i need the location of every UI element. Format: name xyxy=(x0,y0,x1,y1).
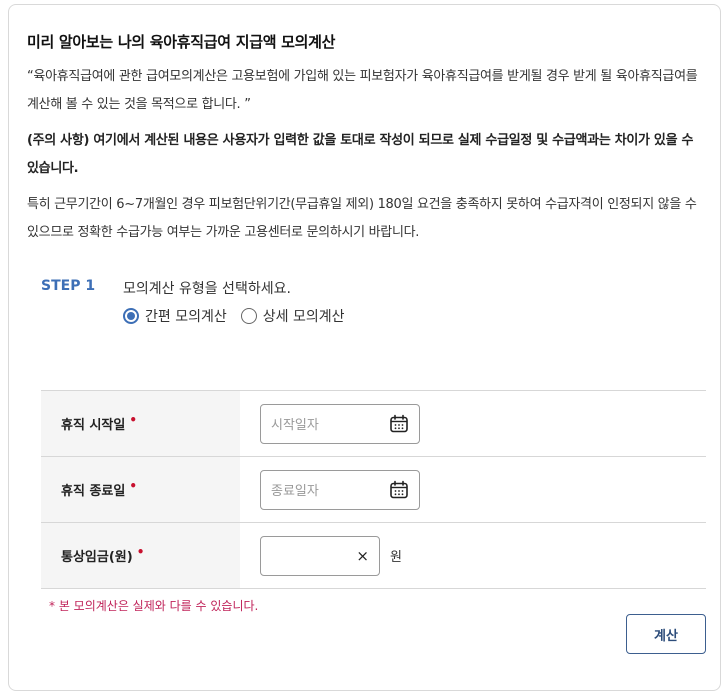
notice-text: 특히 근무기간이 6~7개월인 경우 피보험단위기간(무급휴일 제외) 180일… xyxy=(27,197,697,240)
wage-label-cell: 통상임금(원) • xyxy=(41,523,240,588)
end-date-field-cell: 종료일자 xyxy=(240,457,706,522)
start-date-input[interactable]: 시작일자 xyxy=(260,403,420,444)
required-mark: • xyxy=(129,412,137,427)
input-form: 휴직 시작일 • 시작일자 휴직 종료일 • 종료일자 통상임금(원) • × … xyxy=(41,390,706,589)
page-title: 미리 알아보는 나의 육아휴직급여 지급액 모의계산 xyxy=(27,33,336,51)
start-date-label: 휴직 시작일 xyxy=(61,418,126,433)
caution-text: (주의 사항) 여기에서 계산된 내용은 사용자가 입력한 값을 토대로 작성이… xyxy=(27,133,694,176)
start-date-placeholder: 시작일자 xyxy=(271,418,319,433)
wage-input[interactable]: × xyxy=(260,535,380,576)
required-mark: • xyxy=(129,478,137,493)
radio-simple-label: 간편 모의계산 xyxy=(145,309,227,325)
calendar-icon[interactable] xyxy=(389,480,409,500)
radio-detailed-label: 상세 모의계산 xyxy=(262,309,345,325)
clear-icon[interactable]: × xyxy=(356,547,369,565)
row-end-date: 휴직 종료일 • 종료일자 xyxy=(41,457,706,523)
simulator-card: 미리 알아보는 나의 육아휴직급여 지급액 모의계산 “육아휴직급여에 관한 급… xyxy=(8,4,721,691)
wage-unit: 원 xyxy=(390,550,402,565)
calculate-button[interactable]: 계산 xyxy=(626,614,706,654)
required-mark: • xyxy=(136,544,145,559)
end-date-input[interactable]: 종료일자 xyxy=(260,469,420,510)
row-start-date: 휴직 시작일 • 시작일자 xyxy=(41,391,706,457)
start-date-label-cell: 휴직 시작일 • xyxy=(41,391,240,456)
step-label: STEP 1 xyxy=(41,278,96,294)
step-instruction: 모의계산 유형을 선택하세요. xyxy=(123,281,291,297)
calendar-icon[interactable] xyxy=(389,414,409,434)
radio-detailed[interactable]: 상세 모의계산 xyxy=(240,306,345,326)
end-date-label: 휴직 종료일 xyxy=(61,484,126,499)
intro-text: “육아휴직급여에 관한 급여모의계산은 고용보험에 가입해 있는 피보험자가 육… xyxy=(27,69,698,112)
radio-unchecked-icon[interactable] xyxy=(240,308,257,324)
calc-type-radio-group: 간편 모의계산 상세 모의계산 xyxy=(123,306,344,326)
disclaimer-note: * 본 모의계산은 실제와 다를 수 있습니다. xyxy=(49,599,259,613)
radio-checked-icon[interactable] xyxy=(123,308,139,324)
wage-field-cell: × 원 xyxy=(240,523,706,588)
end-date-label-cell: 휴직 종료일 • xyxy=(41,457,240,522)
end-date-placeholder: 종료일자 xyxy=(271,484,319,499)
radio-simple[interactable]: 간편 모의계산 xyxy=(123,306,227,326)
start-date-field-cell: 시작일자 xyxy=(240,391,706,456)
wage-label: 통상임금(원) xyxy=(61,550,133,565)
row-wage: 통상임금(원) • × 원 xyxy=(41,523,706,589)
